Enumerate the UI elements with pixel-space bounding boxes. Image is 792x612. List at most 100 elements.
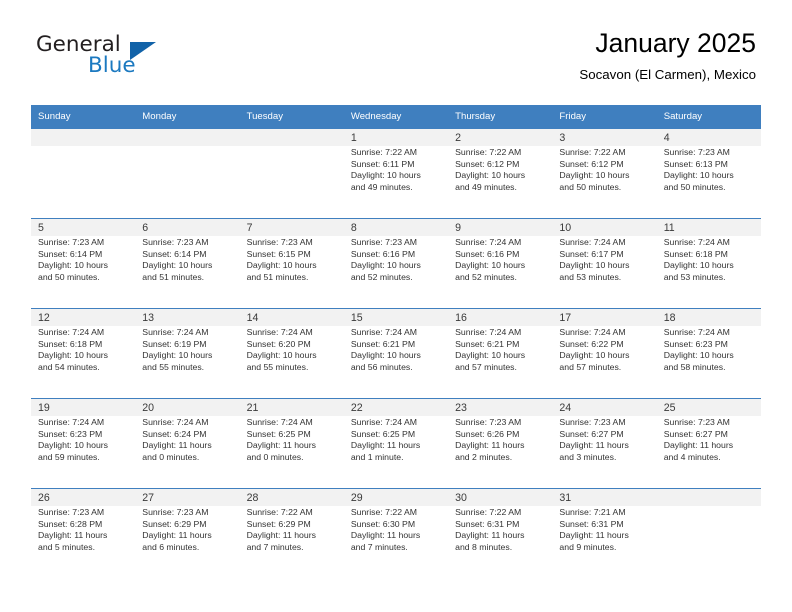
logo-text-blue: Blue bbox=[88, 53, 136, 78]
day-cell-inner: 12 Sunrise: 7:24 AM Sunset: 6:18 PM Dayli… bbox=[31, 308, 136, 398]
day-sun-info: Sunrise: 7:23 AM Sunset: 6:27 PM Dayligh… bbox=[663, 417, 734, 462]
calendar-day-cell[interactable]: 8 Sunrise: 7:23 AM Sunset: 6:16 PM Daylig… bbox=[343, 218, 449, 308]
day-cell-inner: 22 Sunrise: 7:24 AM Sunset: 6:25 PM Dayli… bbox=[343, 398, 449, 488]
calendar-day-cell[interactable]: 30 Sunrise: 7:22 AM Sunset: 6:31 PM Dayli… bbox=[448, 488, 553, 578]
calendar-day-cell[interactable]: 18 Sunrise: 7:24 AM Sunset: 6:23 PM Dayli… bbox=[656, 308, 761, 398]
calendar-day-cell[interactable]: 20 Sunrise: 7:24 AM Sunset: 6:24 PM Dayli… bbox=[135, 398, 240, 488]
day-number: 10 bbox=[559, 222, 572, 234]
day-sun-info: Sunrise: 7:24 AM Sunset: 6:24 PM Dayligh… bbox=[142, 417, 212, 462]
calendar-day-cell[interactable]: 1 Sunrise: 7:22 AM Sunset: 6:11 PM Daylig… bbox=[343, 128, 449, 218]
calendar-day-cell[interactable]: 24 Sunrise: 7:23 AM Sunset: 6:27 PM Dayli… bbox=[552, 398, 657, 488]
day-number: 6 bbox=[142, 222, 149, 234]
day-number: 30 bbox=[455, 492, 467, 504]
calendar-day-cell[interactable]: 22 Sunrise: 7:24 AM Sunset: 6:25 PM Dayli… bbox=[343, 398, 449, 488]
calendar-day-cell[interactable]: 28 Sunrise: 7:22 AM Sunset: 6:29 PM Dayli… bbox=[239, 488, 344, 578]
day-cell-inner bbox=[135, 128, 240, 218]
calendar-week-row: 5 Sunrise: 7:23 AM Sunset: 6:14 PM Daylig… bbox=[31, 218, 761, 308]
calendar-day-cell[interactable]: 26 Sunrise: 7:23 AM Sunset: 6:28 PM Dayli… bbox=[31, 488, 136, 578]
day-cell-inner: 20 Sunrise: 7:24 AM Sunset: 6:24 PM Dayli… bbox=[135, 398, 240, 488]
calendar-day-cell[interactable]: 6 Sunrise: 7:23 AM Sunset: 6:14 PM Daylig… bbox=[135, 218, 240, 308]
calendar-day-cell[interactable]: 3 Sunrise: 7:22 AM Sunset: 6:12 PM Daylig… bbox=[552, 128, 657, 218]
day-sun-info: Sunrise: 7:24 AM Sunset: 6:25 PM Dayligh… bbox=[350, 417, 421, 462]
calendar-day-cell[interactable]: 27 Sunrise: 7:23 AM Sunset: 6:29 PM Dayli… bbox=[135, 488, 240, 578]
weekday-header-sunday: Sunday bbox=[31, 105, 136, 128]
calendar-day-cell[interactable]: 17 Sunrise: 7:24 AM Sunset: 6:22 PM Dayli… bbox=[552, 308, 657, 398]
day-cell-inner bbox=[31, 128, 136, 218]
day-cell-inner: 11 Sunrise: 7:24 AM Sunset: 6:18 PM Dayli… bbox=[656, 218, 761, 308]
day-cell-inner: 15 Sunrise: 7:24 AM Sunset: 6:21 PM Dayli… bbox=[343, 308, 449, 398]
calendar-day-cell[interactable]: 14 Sunrise: 7:24 AM Sunset: 6:20 PM Dayli… bbox=[239, 308, 344, 398]
day-sun-info: Sunrise: 7:24 AM Sunset: 6:23 PM Dayligh… bbox=[38, 417, 109, 462]
calendar-body: 1 Sunrise: 7:22 AM Sunset: 6:11 PM Daylig… bbox=[31, 128, 761, 578]
day-cell-inner: 18 Sunrise: 7:24 AM Sunset: 6:23 PM Dayli… bbox=[656, 308, 761, 398]
day-number: 15 bbox=[350, 312, 363, 324]
day-number: 31 bbox=[559, 492, 572, 504]
calendar-day-cell bbox=[239, 128, 344, 218]
calendar-week-row: 1 Sunrise: 7:22 AM Sunset: 6:11 PM Daylig… bbox=[31, 128, 761, 218]
day-number: 20 bbox=[142, 402, 155, 414]
day-number: 3 bbox=[559, 132, 566, 144]
day-number: 27 bbox=[142, 492, 155, 504]
day-number: 22 bbox=[350, 402, 363, 414]
day-number: 19 bbox=[38, 402, 50, 414]
calendar-day-cell[interactable]: 4 Sunrise: 7:23 AM Sunset: 6:13 PM Daylig… bbox=[656, 128, 761, 218]
calendar-day-cell[interactable]: 13 Sunrise: 7:24 AM Sunset: 6:19 PM Dayli… bbox=[135, 308, 240, 398]
weekday-header-saturday: Saturday bbox=[656, 105, 761, 128]
day-sun-info: Sunrise: 7:22 AM Sunset: 6:29 PM Dayligh… bbox=[246, 507, 316, 552]
page-title: January 2025 bbox=[595, 28, 756, 58]
day-cell-inner: 2 Sunrise: 7:22 AM Sunset: 6:12 PM Daylig… bbox=[448, 128, 553, 218]
day-sun-info: Sunrise: 7:24 AM Sunset: 6:25 PM Dayligh… bbox=[246, 417, 316, 462]
day-number: 25 bbox=[663, 402, 676, 414]
day-cell-inner: 6 Sunrise: 7:23 AM Sunset: 6:14 PM Daylig… bbox=[135, 218, 240, 308]
day-number: 7 bbox=[246, 222, 253, 234]
day-cell-inner: 13 Sunrise: 7:24 AM Sunset: 6:19 PM Dayli… bbox=[135, 308, 240, 398]
calendar-day-cell[interactable]: 12 Sunrise: 7:24 AM Sunset: 6:18 PM Dayli… bbox=[31, 308, 136, 398]
day-sun-info: Sunrise: 7:22 AM Sunset: 6:12 PM Dayligh… bbox=[559, 147, 630, 192]
calendar-day-cell bbox=[135, 128, 240, 218]
day-cell-inner: 29 Sunrise: 7:22 AM Sunset: 6:30 PM Dayli… bbox=[343, 488, 449, 578]
day-sun-info: Sunrise: 7:21 AM Sunset: 6:31 PM Dayligh… bbox=[559, 507, 629, 552]
day-number: 21 bbox=[246, 402, 259, 414]
day-cell-inner: 7 Sunrise: 7:23 AM Sunset: 6:15 PM Daylig… bbox=[239, 218, 344, 308]
day-cell-inner bbox=[656, 488, 761, 578]
day-cell-inner: 14 Sunrise: 7:24 AM Sunset: 6:20 PM Dayli… bbox=[239, 308, 344, 398]
calendar-day-cell[interactable]: 5 Sunrise: 7:23 AM Sunset: 6:14 PM Daylig… bbox=[31, 218, 136, 308]
day-sun-info: Sunrise: 7:23 AM Sunset: 6:16 PM Dayligh… bbox=[350, 237, 421, 282]
calendar-day-cell[interactable]: 23 Sunrise: 7:23 AM Sunset: 6:26 PM Dayli… bbox=[448, 398, 553, 488]
day-cell-inner: 24 Sunrise: 7:23 AM Sunset: 6:27 PM Dayli… bbox=[552, 398, 657, 488]
day-cell-inner: 21 Sunrise: 7:24 AM Sunset: 6:25 PM Dayli… bbox=[239, 398, 344, 488]
day-sun-info: Sunrise: 7:23 AM Sunset: 6:14 PM Dayligh… bbox=[142, 237, 213, 282]
calendar-day-cell[interactable]: 29 Sunrise: 7:22 AM Sunset: 6:30 PM Dayli… bbox=[343, 488, 449, 578]
day-number: 17 bbox=[559, 312, 572, 324]
day-number: 26 bbox=[38, 492, 50, 504]
day-number: 9 bbox=[455, 222, 462, 234]
day-sun-info: Sunrise: 7:22 AM Sunset: 6:11 PM Dayligh… bbox=[350, 147, 421, 192]
day-sun-info: Sunrise: 7:23 AM Sunset: 6:28 PM Dayligh… bbox=[38, 507, 108, 552]
general-blue-logo: General Blue bbox=[36, 32, 236, 80]
calendar-day-cell[interactable]: 7 Sunrise: 7:23 AM Sunset: 6:15 PM Daylig… bbox=[239, 218, 344, 308]
day-sun-info: Sunrise: 7:23 AM Sunset: 6:27 PM Dayligh… bbox=[559, 417, 629, 462]
calendar-day-cell[interactable]: 2 Sunrise: 7:22 AM Sunset: 6:12 PM Daylig… bbox=[448, 128, 553, 218]
day-sun-info: Sunrise: 7:23 AM Sunset: 6:13 PM Dayligh… bbox=[663, 147, 734, 192]
day-number: 23 bbox=[455, 402, 467, 414]
calendar-day-cell[interactable]: 19 Sunrise: 7:24 AM Sunset: 6:23 PM Dayli… bbox=[31, 398, 136, 488]
title-block: January 2025 Socavon (El Carmen), Mexico bbox=[579, 28, 756, 82]
calendar-day-cell[interactable]: 16 Sunrise: 7:24 AM Sunset: 6:21 PM Dayli… bbox=[448, 308, 553, 398]
calendar-day-cell[interactable]: 11 Sunrise: 7:24 AM Sunset: 6:18 PM Dayli… bbox=[656, 218, 761, 308]
day-cell-inner: 26 Sunrise: 7:23 AM Sunset: 6:28 PM Dayli… bbox=[31, 488, 136, 578]
calendar-day-cell[interactable]: 15 Sunrise: 7:24 AM Sunset: 6:21 PM Dayli… bbox=[343, 308, 449, 398]
calendar-day-cell[interactable]: 9 Sunrise: 7:24 AM Sunset: 6:16 PM Daylig… bbox=[448, 218, 553, 308]
day-cell-inner: 31 Sunrise: 7:21 AM Sunset: 6:31 PM Dayli… bbox=[552, 488, 657, 578]
day-sun-info: Sunrise: 7:22 AM Sunset: 6:31 PM Dayligh… bbox=[455, 507, 525, 552]
calendar-day-cell[interactable]: 31 Sunrise: 7:21 AM Sunset: 6:31 PM Dayli… bbox=[552, 488, 657, 578]
day-cell-inner bbox=[239, 128, 344, 218]
day-cell-inner: 8 Sunrise: 7:23 AM Sunset: 6:16 PM Daylig… bbox=[343, 218, 449, 308]
day-number: 14 bbox=[246, 312, 259, 324]
calendar-day-cell[interactable]: 21 Sunrise: 7:24 AM Sunset: 6:25 PM Dayli… bbox=[239, 398, 344, 488]
day-number: 4 bbox=[663, 132, 670, 144]
day-sun-info: Sunrise: 7:24 AM Sunset: 6:16 PM Dayligh… bbox=[455, 237, 526, 282]
day-number: 11 bbox=[663, 222, 675, 234]
calendar-day-cell[interactable]: 25 Sunrise: 7:23 AM Sunset: 6:27 PM Dayli… bbox=[656, 398, 761, 488]
calendar-day-cell[interactable]: 10 Sunrise: 7:24 AM Sunset: 6:17 PM Dayli… bbox=[552, 218, 657, 308]
weekday-header-wednesday: Wednesday bbox=[343, 105, 449, 128]
